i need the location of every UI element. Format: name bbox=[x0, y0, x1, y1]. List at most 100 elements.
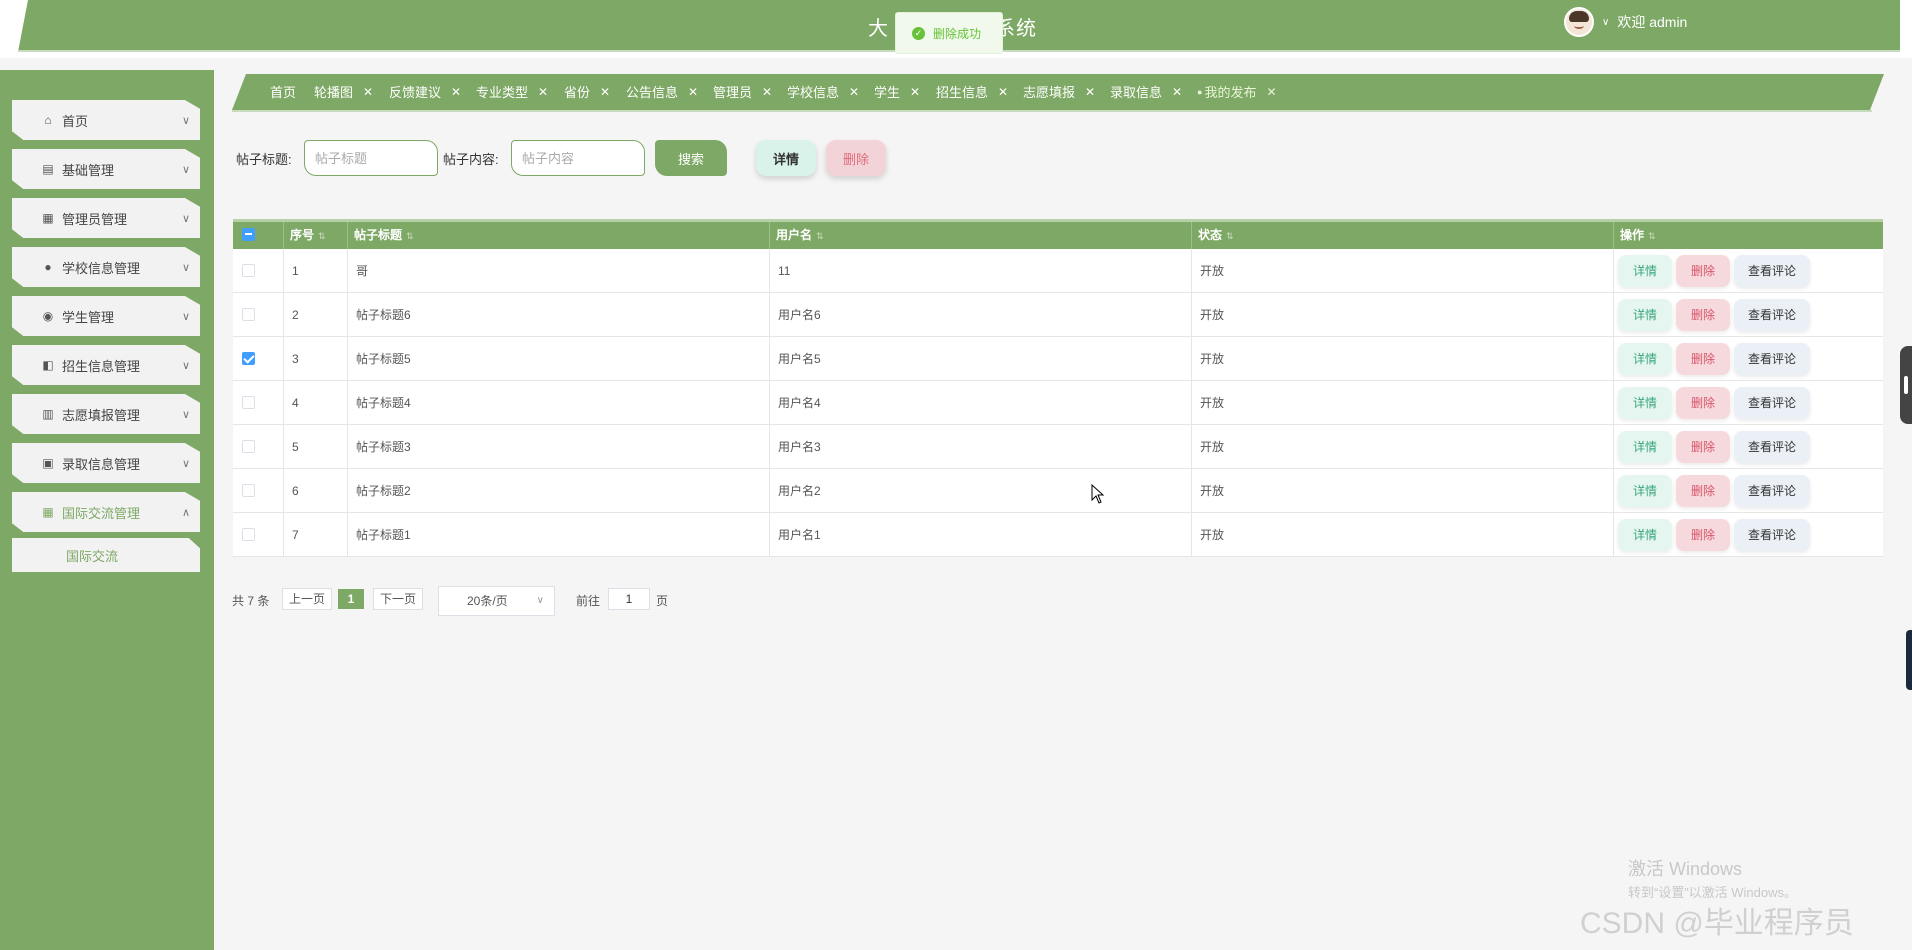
table-row[interactable]: 4 帖子标题4 用户名4 开放 详情 删除 查看评论 bbox=[233, 381, 1883, 425]
page-size-select[interactable]: 20条/页 ∨ bbox=[438, 586, 555, 616]
table-row[interactable]: 2 帖子标题6 用户名6 开放 详情 删除 查看评论 bbox=[233, 293, 1883, 337]
row-detail-button[interactable]: 详情 bbox=[1618, 519, 1672, 551]
tag-school-info[interactable]: 学校信息 ✕ bbox=[787, 82, 859, 101]
close-icon[interactable]: ✕ bbox=[600, 85, 610, 99]
tag-home[interactable]: 首页 bbox=[270, 82, 296, 101]
title-search-input[interactable] bbox=[304, 140, 438, 176]
user-menu[interactable]: ∨ 欢迎 admin bbox=[1564, 7, 1687, 37]
close-icon[interactable]: ✕ bbox=[1172, 85, 1182, 99]
close-icon[interactable]: ✕ bbox=[451, 85, 461, 99]
row-checkbox[interactable] bbox=[242, 528, 255, 541]
side-drawer-handle[interactable] bbox=[1900, 346, 1912, 424]
row-detail-button[interactable]: 详情 bbox=[1618, 387, 1672, 419]
column-header-no[interactable]: 序号 ⇅ bbox=[283, 222, 347, 249]
sidebar-item-school[interactable]: ● 学校信息管理 ∨ bbox=[12, 247, 200, 287]
row-delete-button[interactable]: 删除 bbox=[1676, 255, 1730, 287]
tag-notice[interactable]: 公告信息 ✕ bbox=[626, 82, 698, 101]
row-comments-button[interactable]: 查看评论 bbox=[1734, 387, 1810, 419]
table-row[interactable]: 5 帖子标题3 用户名3 开放 详情 删除 查看评论 bbox=[233, 425, 1883, 469]
sidebar-item-admission[interactable]: ▣ 录取信息管理 ∨ bbox=[12, 443, 200, 483]
sort-icon[interactable]: ⇅ bbox=[1648, 231, 1656, 241]
next-page-button[interactable]: 下一页 bbox=[373, 588, 424, 610]
row-comments-button[interactable]: 查看评论 bbox=[1734, 475, 1810, 507]
row-detail-button[interactable]: 详情 bbox=[1618, 431, 1672, 463]
side-scroll-handle[interactable] bbox=[1906, 630, 1912, 690]
sidebar-item-applications[interactable]: ▥ 志愿填报管理 ∨ bbox=[12, 394, 200, 434]
goto-page-input[interactable] bbox=[608, 588, 650, 610]
column-header-title[interactable]: 帖子标题 ⇅ bbox=[347, 222, 769, 249]
sidebar-item-admins[interactable]: ▦ 管理员管理 ∨ bbox=[12, 198, 200, 238]
tag-enrollment[interactable]: 招生信息 ✕ bbox=[936, 82, 1008, 101]
sidebar-item-basic[interactable]: ▤ 基础管理 ∨ bbox=[12, 149, 200, 189]
tag-label: 招生信息 bbox=[936, 85, 989, 100]
row-delete-button[interactable]: 删除 bbox=[1676, 431, 1730, 463]
row-detail-button[interactable]: 详情 bbox=[1618, 475, 1672, 507]
close-icon[interactable]: ✕ bbox=[998, 85, 1008, 99]
sidebar-item-students[interactable]: ◉ 学生管理 ∨ bbox=[12, 296, 200, 336]
sort-icon[interactable]: ⇅ bbox=[816, 231, 824, 241]
sidebar-item-international[interactable]: ▦ 国际交流管理 ∧ bbox=[12, 492, 200, 532]
chevron-down-icon[interactable]: ∨ bbox=[1602, 17, 1609, 28]
tag-admin[interactable]: 管理员 ✕ bbox=[713, 82, 772, 101]
table-row[interactable]: 7 帖子标题1 用户名1 开放 详情 删除 查看评论 bbox=[233, 513, 1883, 557]
row-comments-button[interactable]: 查看评论 bbox=[1734, 519, 1810, 551]
prev-page-button[interactable]: 上一页 bbox=[282, 588, 333, 610]
sidebar-item-enrollment[interactable]: ◧ 招生信息管理 ∨ bbox=[12, 345, 200, 385]
table-row[interactable]: 1 哥 11 开放 详情 删除 查看评论 bbox=[233, 249, 1883, 293]
row-detail-button[interactable]: 详情 bbox=[1618, 255, 1672, 287]
row-checkbox[interactable] bbox=[242, 308, 255, 321]
tag-admission[interactable]: 录取信息 ✕ bbox=[1110, 82, 1182, 101]
sort-icon[interactable]: ⇅ bbox=[406, 231, 414, 241]
close-icon[interactable]: ✕ bbox=[849, 85, 859, 99]
row-checkbox[interactable] bbox=[242, 264, 255, 277]
grid-icon: ▦ bbox=[42, 505, 54, 519]
row-delete-button[interactable]: 删除 bbox=[1676, 475, 1730, 507]
delete-button[interactable]: 删除 bbox=[826, 140, 886, 176]
row-delete-button[interactable]: 删除 bbox=[1676, 299, 1730, 331]
tag-carousel[interactable]: 轮播图 ✕ bbox=[314, 82, 373, 101]
sort-icon[interactable]: ⇅ bbox=[1226, 231, 1234, 241]
table-row[interactable]: 6 帖子标题2 用户名2 开放 详情 删除 查看评论 bbox=[233, 469, 1883, 513]
sidebar-item-home[interactable]: ⌂ 首页 ∨ bbox=[12, 100, 200, 140]
cell-no: 4 bbox=[283, 381, 347, 425]
column-header-status[interactable]: 状态 ⇅ bbox=[1191, 222, 1613, 249]
search-button[interactable]: 搜索 bbox=[655, 140, 727, 176]
tag-feedback[interactable]: 反馈建议 ✕ bbox=[389, 82, 461, 101]
row-detail-button[interactable]: 详情 bbox=[1618, 343, 1672, 375]
content-search-input[interactable] bbox=[511, 140, 645, 176]
close-icon[interactable]: ✕ bbox=[688, 85, 698, 99]
cell-status: 开放 bbox=[1191, 425, 1613, 469]
row-comments-button[interactable]: 查看评论 bbox=[1734, 255, 1810, 287]
tag-province[interactable]: 省份 ✕ bbox=[564, 82, 610, 101]
table-row[interactable]: 3 帖子标题5 用户名5 开放 详情 删除 查看评论 bbox=[233, 337, 1883, 381]
tag-major-type[interactable]: 专业类型 ✕ bbox=[476, 82, 548, 101]
close-icon[interactable]: ✕ bbox=[910, 85, 920, 99]
row-checkbox[interactable] bbox=[242, 484, 255, 497]
page-number-current[interactable]: 1 bbox=[338, 589, 364, 609]
close-icon[interactable]: ✕ bbox=[762, 85, 772, 99]
row-checkbox[interactable] bbox=[242, 396, 255, 409]
close-icon[interactable]: ✕ bbox=[538, 85, 548, 99]
row-checkbox[interactable] bbox=[242, 440, 255, 453]
close-icon[interactable]: ✕ bbox=[1266, 85, 1276, 99]
row-detail-button[interactable]: 详情 bbox=[1618, 299, 1672, 331]
tag-my-posts[interactable]: ● 我的发布 ✕ bbox=[1197, 82, 1277, 101]
row-checkbox[interactable] bbox=[242, 352, 255, 365]
avatar[interactable] bbox=[1564, 7, 1594, 37]
tag-student[interactable]: 学生 ✕ bbox=[874, 82, 920, 101]
row-comments-button[interactable]: 查看评论 bbox=[1734, 343, 1810, 375]
select-all-checkbox[interactable] bbox=[242, 228, 255, 241]
tag-application[interactable]: 志愿填报 ✕ bbox=[1023, 82, 1095, 101]
sidebar-subitem-international-exchange[interactable]: 国际交流 bbox=[12, 538, 200, 572]
row-delete-button[interactable]: 删除 bbox=[1676, 387, 1730, 419]
row-delete-button[interactable]: 删除 bbox=[1676, 519, 1730, 551]
row-delete-button[interactable]: 删除 bbox=[1676, 343, 1730, 375]
close-icon[interactable]: ✕ bbox=[363, 85, 373, 99]
row-comments-button[interactable]: 查看评论 bbox=[1734, 299, 1810, 331]
column-header-actions[interactable]: 操作 ⇅ bbox=[1613, 222, 1883, 249]
sort-icon[interactable]: ⇅ bbox=[318, 231, 326, 241]
detail-button[interactable]: 详情 bbox=[756, 140, 816, 176]
row-comments-button[interactable]: 查看评论 bbox=[1734, 431, 1810, 463]
column-header-user[interactable]: 用户名 ⇅ bbox=[769, 222, 1191, 249]
close-icon[interactable]: ✕ bbox=[1085, 85, 1095, 99]
